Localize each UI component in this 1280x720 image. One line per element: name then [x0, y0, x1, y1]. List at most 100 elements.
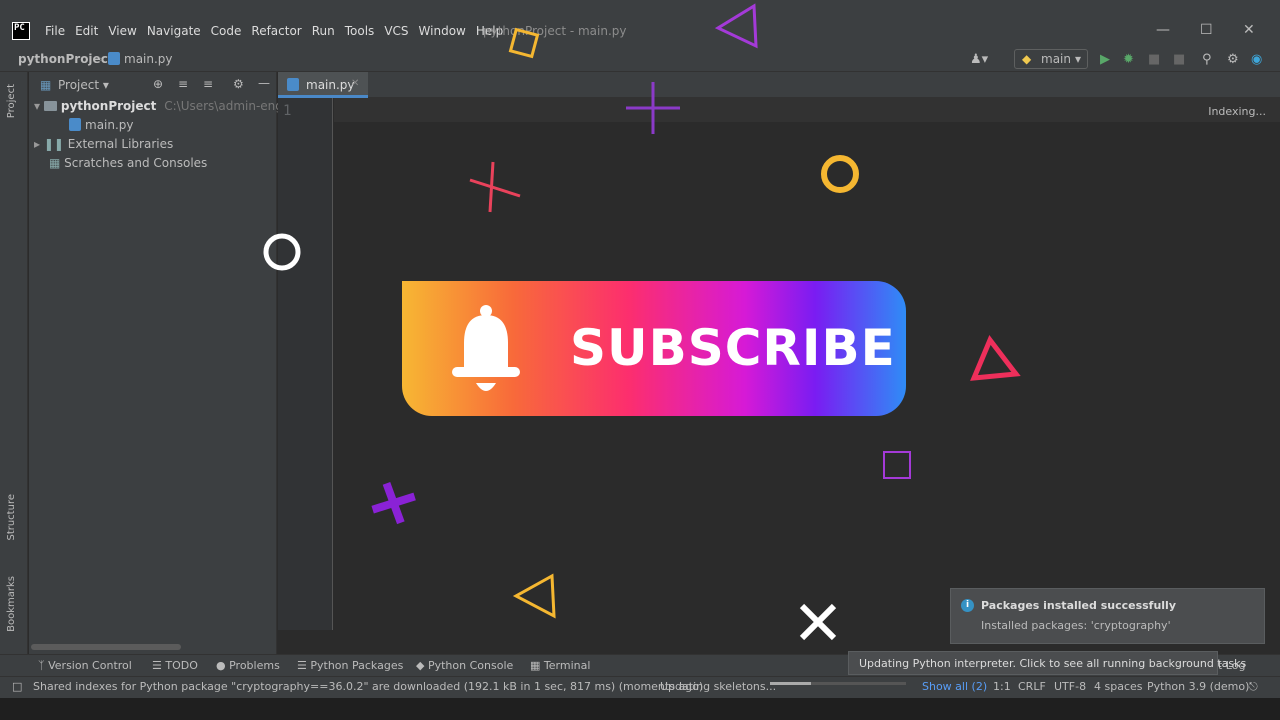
file-encoding[interactable]: UTF-8 [1054, 680, 1086, 693]
title-bar: PC File Edit View Navigate Code Refactor… [0, 0, 1280, 46]
notification-balloon[interactable]: i Packages installed successfully Instal… [950, 588, 1265, 644]
show-all-tasks-link[interactable]: Show all (2) [922, 680, 987, 693]
tool-window-label: Problems [229, 659, 280, 672]
white-x-icon [799, 603, 837, 641]
purple-triangle-icon [714, 3, 758, 49]
bell-icon [452, 305, 520, 391]
tool-window-todo[interactable]: ☰ TODO [152, 659, 198, 672]
version-control-icon: ᛉ [38, 659, 45, 672]
close-tab-icon[interactable]: ✕ [351, 78, 359, 89]
background-task-label[interactable]: Updating skeletons... [660, 680, 776, 693]
problems-icon: ● [216, 659, 226, 672]
indexing-status: Indexing... [1208, 105, 1266, 118]
tool-window-python-packages[interactable]: ☰ Python Packages [297, 659, 403, 672]
python-file-icon [69, 118, 81, 131]
maximize-icon[interactable]: ☐ [1200, 22, 1213, 38]
left-tool-stripe: Project Structure Bookmarks [0, 72, 28, 654]
pink-triangle-icon [970, 335, 1021, 381]
close-window-icon[interactable]: ✕ [1243, 22, 1255, 38]
notification-title: Packages installed successfully [981, 599, 1176, 612]
status-bar: □ Shared indexes for Python package "cry… [0, 676, 1280, 698]
project-panel-header: ▦ Project ▾ ⊕ ≡ ≡ ⚙ — [29, 72, 277, 98]
python-interpreter[interactable]: Python 3.9 (demo) [1147, 680, 1249, 693]
tree-item-scratches[interactable]: ▦ Scratches and Consoles [49, 156, 207, 174]
background-tasks-tooltip: Updating Python interpreter. Click to se… [848, 651, 1246, 675]
menu-run[interactable]: Run [307, 24, 340, 38]
tool-window-problems[interactable]: ● Problems [216, 659, 280, 672]
tree-item-label: Scratches and Consoles [64, 156, 208, 170]
tree-item-external-libraries[interactable]: ▸ ❚❚ External Libraries [34, 137, 173, 155]
tree-item-project-root[interactable]: ▾ pythonProject C:\Users\admin-engineer\ [34, 99, 318, 117]
todo-icon: ☰ [152, 659, 162, 672]
python-console-icon: ◆ [416, 659, 425, 672]
gear-icon[interactable]: ⚙ [1227, 52, 1239, 67]
folder-icon [43, 101, 57, 111]
tool-window-label: Python Packages [310, 659, 404, 672]
stop-icon[interactable]: ■ [1173, 52, 1185, 67]
python-file-icon [287, 78, 299, 91]
menu-vcs[interactable]: VCS [379, 24, 413, 38]
tool-window-label: Version Control [48, 659, 132, 672]
structure-tool-tab[interactable]: Structure [6, 494, 17, 541]
locate-icon[interactable]: ⊕ [153, 77, 163, 91]
menu-navigate[interactable]: Navigate [142, 24, 206, 38]
menu-view[interactable]: View [103, 24, 141, 38]
user-icon[interactable]: ♟▾ [970, 52, 988, 67]
hide-panel-icon[interactable]: — [258, 76, 270, 90]
yellow-triangle-icon [512, 573, 556, 619]
menu-edit[interactable]: Edit [70, 24, 103, 38]
notification-body: Installed packages: 'cryptography' [981, 619, 1171, 632]
library-icon: ❚❚ [43, 137, 64, 151]
chevron-down-icon: ▾ [34, 99, 41, 113]
status-message[interactable]: Shared indexes for Python package "crypt… [33, 680, 703, 693]
purple-plus-icon [626, 82, 680, 134]
tool-window-version-control[interactable]: ᛉ Version Control [38, 659, 132, 672]
run-configuration-select[interactable]: ◆ main ▾ [1014, 49, 1088, 69]
horizontal-scrollbar[interactable] [31, 644, 181, 650]
project-view-label: Project [58, 78, 100, 92]
update-icon[interactable]: ◉ [1251, 52, 1262, 67]
line-separator[interactable]: CRLF [1018, 680, 1046, 693]
project-view-select[interactable]: Project ▾ [58, 78, 109, 92]
minimize-icon[interactable]: — [1156, 22, 1170, 38]
caret-row [334, 98, 1280, 122]
purple-x-icon [371, 481, 416, 525]
menu-window[interactable]: Window [414, 24, 471, 38]
info-icon: i [961, 599, 974, 612]
yellow-ring-icon [821, 155, 859, 193]
tool-window-label: Python Console [427, 659, 514, 672]
panel-settings-icon[interactable]: ⚙ [233, 77, 244, 91]
bookmarks-tool-tab[interactable]: Bookmarks [6, 576, 17, 632]
task-progress-fill [770, 682, 811, 685]
main-menu: File Edit View Navigate Code Refactor Ru… [40, 24, 508, 38]
scratches-icon: ▦ [49, 156, 61, 170]
yellow-square-icon [508, 27, 540, 59]
status-panel-toggle-icon[interactable]: □ [12, 680, 22, 693]
breadcrumb-file[interactable]: main.py [108, 52, 173, 66]
breadcrumb-file-label: main.py [124, 52, 173, 66]
tool-window-terminal[interactable]: ▦ Terminal [530, 659, 590, 672]
project-view-icon: ▦ [40, 78, 52, 92]
subscribe-button[interactable]: SUBSCRIBE [402, 281, 906, 416]
menu-tools[interactable]: Tools [340, 24, 380, 38]
coverage-icon[interactable]: ■ [1148, 52, 1160, 67]
tree-item-main-py[interactable]: main.py [69, 118, 134, 136]
indent-setting[interactable]: 4 spaces [1094, 680, 1143, 693]
expand-all-icon[interactable]: ≡ [178, 77, 188, 91]
run-icon[interactable]: ▶ [1100, 52, 1110, 67]
menu-file[interactable]: File [40, 24, 70, 38]
tab-main-py[interactable]: main.py ✕ [278, 72, 368, 98]
packages-icon: ☰ [297, 659, 307, 672]
purple-square-icon [883, 451, 911, 479]
pycharm-logo-icon: PC [12, 22, 30, 40]
menu-refactor[interactable]: Refactor [246, 24, 306, 38]
tool-window-python-console[interactable]: ◆ Python Console [416, 659, 513, 672]
project-tool-tab[interactable]: Project [6, 84, 17, 118]
lock-icon[interactable]: ⎋ [1249, 680, 1258, 694]
editor-gutter: 1 [278, 98, 333, 630]
search-icon[interactable]: ⚲ [1202, 52, 1212, 67]
debug-icon[interactable]: ✹ [1123, 52, 1134, 67]
collapse-all-icon[interactable]: ≡ [203, 77, 213, 91]
menu-code[interactable]: Code [206, 24, 247, 38]
caret-position[interactable]: 1:1 [993, 680, 1011, 693]
